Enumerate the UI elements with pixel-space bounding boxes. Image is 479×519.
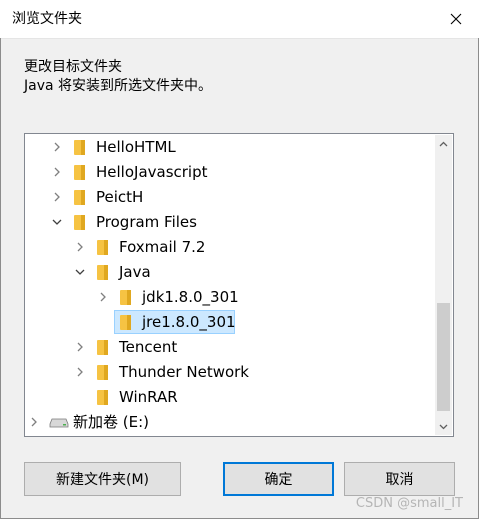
cancel-button[interactable]: 取消 — [344, 462, 455, 496]
chevron-right-icon[interactable] — [74, 366, 86, 378]
tree-item-label: jre1.8.0_301 — [142, 313, 236, 331]
chevron-right-icon[interactable] — [97, 291, 109, 303]
tree-item-label: 新加卷 (E:) — [73, 413, 150, 431]
tree-item-jdk[interactable]: jdk1.8.0_301 — [25, 285, 435, 310]
chevron-right-icon[interactable] — [28, 416, 40, 428]
window-border-left — [0, 38, 1, 519]
folder-icon — [120, 315, 131, 330]
tree-item-drive-e[interactable]: 新加卷 (E:) — [25, 410, 435, 435]
vertical-scrollbar[interactable] — [435, 135, 452, 435]
ok-button[interactable]: 确定 — [223, 462, 334, 496]
chevron-down-icon[interactable] — [51, 216, 63, 228]
tree-item-jre[interactable]: jre1.8.0_301 — [25, 310, 435, 335]
tree-item-hellohtml[interactable]: HelloHTML — [25, 135, 435, 160]
chevron-right-icon[interactable] — [74, 341, 86, 353]
chevron-down-icon — [439, 424, 448, 429]
tree-item-foxmail[interactable]: Foxmail 7.2 — [25, 235, 435, 260]
scroll-up-button[interactable] — [435, 135, 452, 152]
folder-icon — [97, 340, 108, 355]
new-folder-button[interactable]: 新建文件夹(M) — [24, 462, 181, 496]
tree-item-peicth[interactable]: PeictH — [25, 185, 435, 210]
tree-item-hellojavascript[interactable]: HelloJavascript — [25, 160, 435, 185]
folder-tree[interactable]: HelloHTML HelloJavascript PeictH Program… — [24, 133, 454, 437]
folder-icon — [97, 390, 108, 405]
tree-item-tencent[interactable]: Tencent — [25, 335, 435, 360]
instruction-detail: Java 将安装到所选文件夹中。 — [24, 78, 213, 94]
watermark: CSDN @small_IT — [355, 496, 463, 511]
tree-item-label: Foxmail 7.2 — [119, 238, 206, 256]
tree-item-label: Thunder Network — [119, 363, 249, 381]
title-bar: 浏览文件夹 — [0, 0, 479, 39]
chevron-right-icon[interactable] — [51, 166, 63, 178]
close-button[interactable] — [433, 0, 479, 38]
tree-item-label: PeictH — [96, 188, 144, 206]
chevron-down-icon[interactable] — [74, 266, 86, 278]
instruction-heading: 更改目标文件夹 — [24, 59, 122, 75]
folder-icon — [74, 165, 85, 180]
folder-icon — [97, 240, 108, 255]
folder-icon — [97, 265, 108, 280]
tree-item-java[interactable]: Java — [25, 260, 435, 285]
tree-item-label: Tencent — [119, 338, 178, 356]
folder-icon — [97, 365, 108, 380]
chevron-right-icon[interactable] — [74, 241, 86, 253]
drive-icon — [49, 418, 69, 428]
tree-item-program-files[interactable]: Program Files — [25, 210, 435, 235]
tree-item-label: WinRAR — [119, 388, 178, 406]
tree-item-label: Program Files — [96, 213, 197, 231]
tree-item-label: HelloHTML — [96, 138, 176, 156]
folder-icon — [120, 290, 131, 305]
close-icon — [450, 13, 462, 25]
window-title: 浏览文件夹 — [12, 11, 82, 27]
folder-icon — [74, 190, 85, 205]
tree-item-label: jdk1.8.0_301 — [142, 288, 239, 306]
chevron-up-icon — [439, 141, 448, 146]
tree-item-label: HelloJavascript — [96, 163, 208, 181]
scroll-down-button[interactable] — [435, 418, 452, 435]
tree-item-thunder-network[interactable]: Thunder Network — [25, 360, 435, 385]
chevron-right-icon[interactable] — [51, 141, 63, 153]
tree-item-winrar[interactable]: WinRAR — [25, 385, 435, 410]
folder-icon — [74, 140, 85, 155]
folder-icon — [74, 215, 85, 230]
chevron-right-icon[interactable] — [51, 191, 63, 203]
tree-item-label: Java — [119, 263, 151, 281]
scroll-thumb[interactable] — [437, 303, 450, 411]
